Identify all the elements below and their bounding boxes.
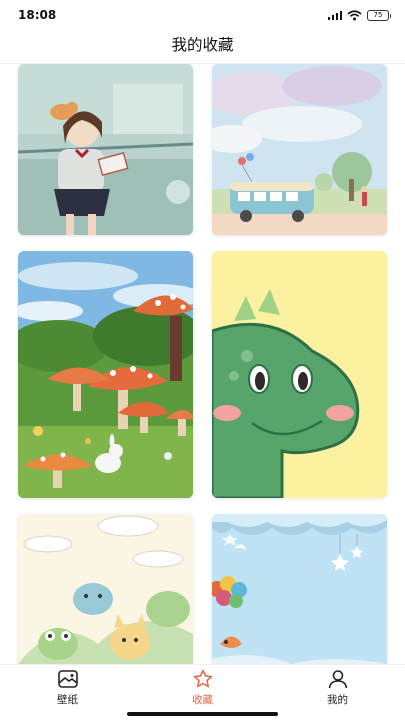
status-bar: 18:08 75 <box>0 0 405 30</box>
wallpaper-card-balloons[interactable] <box>212 514 387 664</box>
battery-icon: 75 <box>367 9 391 21</box>
girl-reading-illustration <box>18 64 193 235</box>
mushroom-illustration <box>18 251 193 498</box>
bus-illustration <box>212 64 387 235</box>
balloons-illustration <box>212 514 387 664</box>
wallpaper-card-bus[interactable] <box>212 64 387 235</box>
tab-profile[interactable]: 我的 <box>270 665 405 720</box>
wallpaper-icon <box>57 670 78 688</box>
tab-label: 收藏 <box>192 694 213 706</box>
dinosaur-illustration <box>212 251 387 498</box>
tab-label: 壁纸 <box>57 694 78 706</box>
favorites-grid[interactable] <box>0 64 405 664</box>
tab-label: 我的 <box>327 694 348 706</box>
home-indicator[interactable] <box>127 712 278 716</box>
wallpaper-card-girl-reading[interactable] <box>18 64 193 235</box>
wallpaper-card-mushrooms[interactable] <box>18 251 193 498</box>
animals-illustration <box>18 514 193 664</box>
header: 我的收藏 <box>0 30 405 64</box>
signal-icon <box>327 10 342 20</box>
page-title: 我的收藏 <box>171 36 234 54</box>
star-icon <box>193 669 212 688</box>
wallpaper-card-animals[interactable] <box>18 514 193 664</box>
battery-level: 75 <box>373 11 383 19</box>
person-icon <box>328 670 347 689</box>
wallpaper-card-dinosaur[interactable] <box>212 251 387 498</box>
wifi-icon <box>347 9 362 20</box>
tab-wallpaper[interactable]: 壁纸 <box>0 665 135 720</box>
status-time: 18:08 <box>18 8 57 22</box>
status-icons: 75 <box>327 9 391 21</box>
